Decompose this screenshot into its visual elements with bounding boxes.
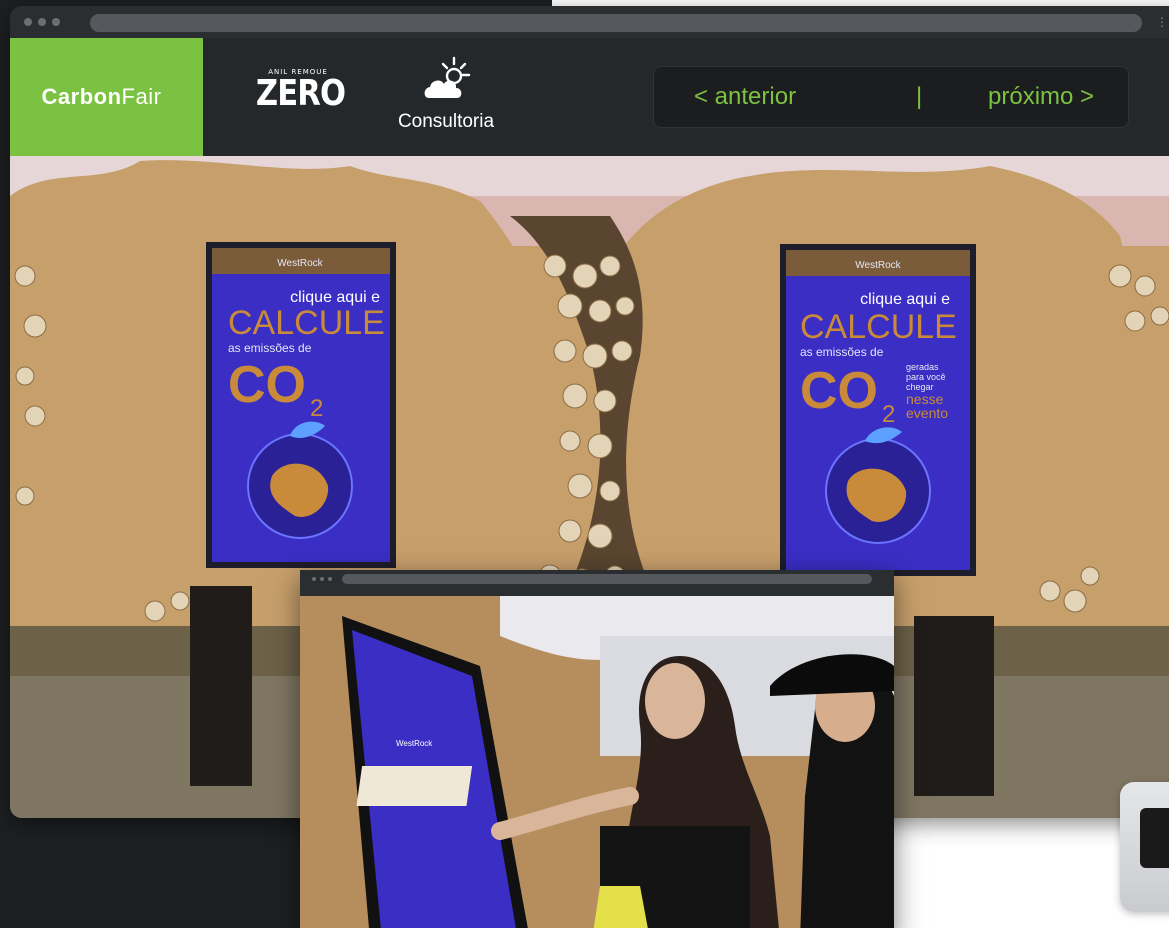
zero-logo[interactable]: ANIL REMOUE ZERO <box>248 68 348 114</box>
right-sign-brand: WestRock <box>855 260 901 271</box>
left-sign-line3: as emissões de <box>228 341 312 355</box>
right-sign-calcule: CALCULE <box>800 308 957 346</box>
logo-text-bold: Carbon <box>41 84 122 109</box>
right-sign-line1: clique aqui e <box>860 291 950 308</box>
right-sign-co2-sub: 2 <box>882 401 895 428</box>
minimize-dot-icon[interactable] <box>38 18 46 26</box>
address-bar[interactable] <box>90 14 1142 32</box>
secondary-browser-window: WestRock <box>300 570 894 928</box>
left-sign-calcule: CALCULE <box>228 304 385 342</box>
consultoria-label: Consultoria <box>397 111 495 132</box>
pager: < anterior | próximo > <box>653 66 1129 128</box>
maximize-dot-icon[interactable] <box>52 18 60 26</box>
right-sign-line4b: para você <box>906 372 946 382</box>
right-sign-co2: CO <box>800 362 878 420</box>
consultoria-logo[interactable]: Consultoria <box>388 56 504 133</box>
left-sign-brand: WestRock <box>277 258 323 269</box>
secondary-minimize-dot-icon[interactable] <box>320 577 324 581</box>
pager-separator: | <box>916 83 923 110</box>
secondary-maximize-dot-icon[interactable] <box>328 577 332 581</box>
next-link[interactable]: próximo > <box>988 83 1094 111</box>
left-sign-co2-sub: 2 <box>310 395 323 422</box>
site-header: Carbon Fair ANIL REMOUE ZERO Consultoria… <box>10 38 1169 156</box>
left-sign-co2: CO <box>228 356 306 414</box>
secondary-browser-chrome <box>300 570 894 588</box>
screen: ⋮ Carbon Fair ANIL REMOUE ZERO Consultor… <box>0 0 1169 928</box>
secondary-address-bar[interactable] <box>342 574 872 584</box>
sun-cloud-icon <box>424 56 471 98</box>
kiosk-photo: WestRock <box>300 596 894 928</box>
right-sign-line4a: geradas <box>906 362 939 372</box>
kiosk-illustration: WestRock <box>300 596 894 928</box>
logo-text-light: Fair <box>121 84 162 109</box>
window-controls[interactable] <box>24 18 60 26</box>
zero-logo-text: ZERO <box>255 73 346 114</box>
close-dot-icon[interactable] <box>24 18 32 26</box>
previous-link[interactable]: < anterior <box>694 83 796 111</box>
device-screen <box>1140 808 1169 868</box>
kiosk-brand: WestRock <box>396 739 433 748</box>
browser-menu-icon[interactable]: ⋮ <box>1156 15 1168 29</box>
right-sign-line3: as emissões de <box>800 345 884 359</box>
browser-chrome: ⋮ <box>10 6 1169 38</box>
device-thumbnail[interactable] <box>1120 782 1169 912</box>
secondary-window-controls[interactable] <box>312 577 332 581</box>
carbonfair-logo[interactable]: Carbon Fair <box>10 38 203 156</box>
right-sign-tail2: evento <box>906 405 948 421</box>
secondary-close-dot-icon[interactable] <box>312 577 316 581</box>
